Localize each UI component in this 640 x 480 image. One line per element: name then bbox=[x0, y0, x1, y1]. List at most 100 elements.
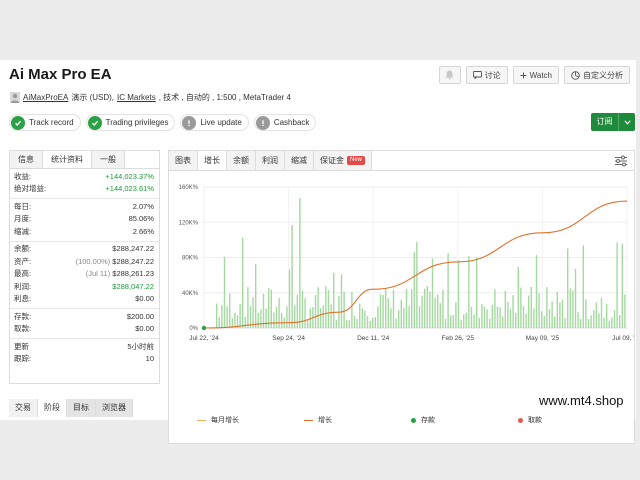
stat-deposits: 存款: $200.00 bbox=[14, 310, 154, 323]
monthly-growth-bar bbox=[359, 303, 361, 328]
deposit-marker bbox=[201, 325, 207, 331]
badge-label: Track record bbox=[29, 118, 74, 127]
monthly-growth-bar bbox=[247, 287, 249, 328]
monthly-growth-bar bbox=[299, 198, 301, 328]
tab-statistics[interactable]: 统计资料 bbox=[43, 151, 92, 168]
monthly-growth-bar bbox=[379, 294, 382, 328]
monthly-growth-bar bbox=[242, 237, 244, 328]
monthly-growth-bar bbox=[434, 297, 436, 328]
tab-margin[interactable]: 保证金 New bbox=[314, 151, 373, 170]
chart-legend: 每月增长 增长 存款 取款 bbox=[197, 415, 625, 425]
legend-label: 存款 bbox=[421, 417, 435, 424]
monthly-growth-bar bbox=[619, 315, 621, 328]
monthly-growth-bar bbox=[517, 266, 519, 328]
stat-drawdown: 缩减: 2.66% bbox=[14, 225, 154, 238]
monthly-growth-bar bbox=[585, 299, 587, 328]
legend-deposit: 存款 bbox=[411, 415, 518, 425]
monthly-growth-bar bbox=[320, 308, 322, 328]
stat-note: (Jul 11) bbox=[85, 269, 111, 279]
stat-interest: 利息: $0.00 bbox=[14, 293, 154, 306]
monthly-growth-bar bbox=[577, 312, 579, 328]
watch-button[interactable]: Watch bbox=[512, 66, 559, 84]
tab-drawdown[interactable]: 缩减 bbox=[285, 151, 314, 170]
badge-trading-privileges[interactable]: Trading privileges bbox=[85, 114, 176, 131]
broker-link[interactable]: IC Markets bbox=[117, 93, 156, 102]
tab-browser[interactable]: 浏览器 bbox=[96, 399, 133, 417]
monthly-growth-bar bbox=[538, 293, 540, 328]
tab-balance[interactable]: 余额 bbox=[227, 151, 256, 170]
badge-label: Live update bbox=[200, 118, 242, 127]
monthly-growth-bar bbox=[465, 312, 467, 328]
tab-goals[interactable]: 目标 bbox=[67, 399, 96, 417]
notify-button[interactable] bbox=[438, 66, 461, 84]
monthly-growth-bar bbox=[541, 311, 543, 328]
badge-cashback[interactable]: Cashback bbox=[253, 114, 317, 131]
account-meta: AiMaxProEA 演示 (USD), IC Markets , 技术 , 自… bbox=[10, 92, 291, 103]
monthly-growth-bar bbox=[424, 288, 426, 328]
monthly-growth-bar bbox=[268, 288, 270, 328]
monthly-growth-bar bbox=[348, 320, 350, 328]
monthly-growth-bar bbox=[499, 307, 501, 328]
tab-trades[interactable]: 交易 bbox=[9, 399, 38, 417]
monthly-growth-bar bbox=[382, 294, 384, 328]
tab-chart[interactable]: 图表 bbox=[169, 151, 198, 170]
monthly-growth-bar bbox=[296, 294, 298, 328]
monthly-growth-bar bbox=[317, 287, 319, 328]
stat-label: 余额: bbox=[14, 244, 32, 254]
signal-page: Ai Max Pro EA 讨论 Watch 自定义分析 AiMaxProEA … bbox=[0, 60, 636, 444]
monthly-growth-bar bbox=[403, 307, 405, 328]
chevron-down-icon[interactable] bbox=[619, 119, 635, 125]
check-icon bbox=[87, 115, 102, 130]
monthly-growth-bar bbox=[216, 303, 218, 328]
monthly-growth-bar bbox=[356, 319, 358, 328]
legend-swatch bbox=[197, 419, 206, 421]
settings-icon[interactable] bbox=[614, 155, 628, 167]
monthly-growth-bar bbox=[574, 268, 577, 328]
monthly-growth-bar bbox=[314, 294, 317, 328]
monthly-growth-bar bbox=[460, 319, 462, 328]
monthly-growth-bar bbox=[457, 260, 460, 328]
monthly-growth-bar bbox=[494, 289, 496, 328]
discuss-button[interactable]: 讨论 bbox=[465, 66, 508, 84]
subscribe-label: 订阅 bbox=[591, 113, 619, 131]
legend-swatch bbox=[304, 419, 313, 421]
author-link[interactable]: AiMaxProEA bbox=[23, 93, 68, 102]
monthly-growth-bar bbox=[593, 310, 595, 328]
stat-value: 10 bbox=[145, 354, 154, 364]
monthly-growth-bar bbox=[611, 317, 613, 328]
monthly-growth-bar bbox=[543, 316, 545, 328]
monthly-growth-bar bbox=[509, 308, 512, 328]
legend-label: 每月增长 bbox=[211, 417, 239, 424]
tab-growth[interactable]: 增长 bbox=[198, 151, 227, 170]
monthly-growth-bar bbox=[473, 314, 475, 328]
stat-value: +144,023.61% bbox=[105, 184, 154, 194]
bottom-tabs: 交易 阶段 目标 浏览器 bbox=[9, 399, 133, 417]
custom-analysis-button[interactable]: 自定义分析 bbox=[564, 66, 630, 84]
monthly-growth-bar bbox=[372, 317, 374, 328]
monthly-growth-bar bbox=[442, 289, 444, 328]
x-tick-label: Jul 22, '24 bbox=[189, 335, 219, 342]
monthly-growth-bar bbox=[600, 297, 603, 328]
tab-label: 余额 bbox=[233, 156, 249, 165]
bell-icon bbox=[445, 70, 454, 80]
badge-track-record[interactable]: Track record bbox=[9, 114, 81, 131]
stat-value: $0.00 bbox=[135, 294, 154, 304]
monthly-growth-bar bbox=[476, 257, 478, 328]
stat-group-deposits: 存款: $200.00 取款: $0.00 bbox=[10, 309, 159, 339]
monthly-growth-bar bbox=[483, 306, 486, 328]
tab-general[interactable]: 一般 bbox=[92, 151, 125, 168]
tab-profit[interactable]: 利润 bbox=[256, 151, 285, 170]
page-title: Ai Max Pro EA bbox=[9, 66, 112, 83]
subscribe-button[interactable]: 订阅 bbox=[591, 113, 635, 131]
monthly-growth-bar bbox=[486, 309, 488, 328]
y-tick-label: 0% bbox=[189, 326, 198, 332]
tab-periods[interactable]: 阶段 bbox=[38, 399, 67, 417]
tab-info[interactable]: 信息 bbox=[10, 151, 43, 168]
legend-swatch bbox=[518, 417, 523, 423]
legend-monthly-growth: 每月增长 bbox=[197, 415, 304, 425]
monthly-growth-bar bbox=[439, 303, 441, 328]
monthly-growth-bar bbox=[463, 314, 465, 328]
monthly-growth-bar bbox=[270, 289, 272, 328]
monthly-growth-bar bbox=[343, 291, 345, 328]
badge-live-update[interactable]: Live update bbox=[180, 114, 249, 131]
